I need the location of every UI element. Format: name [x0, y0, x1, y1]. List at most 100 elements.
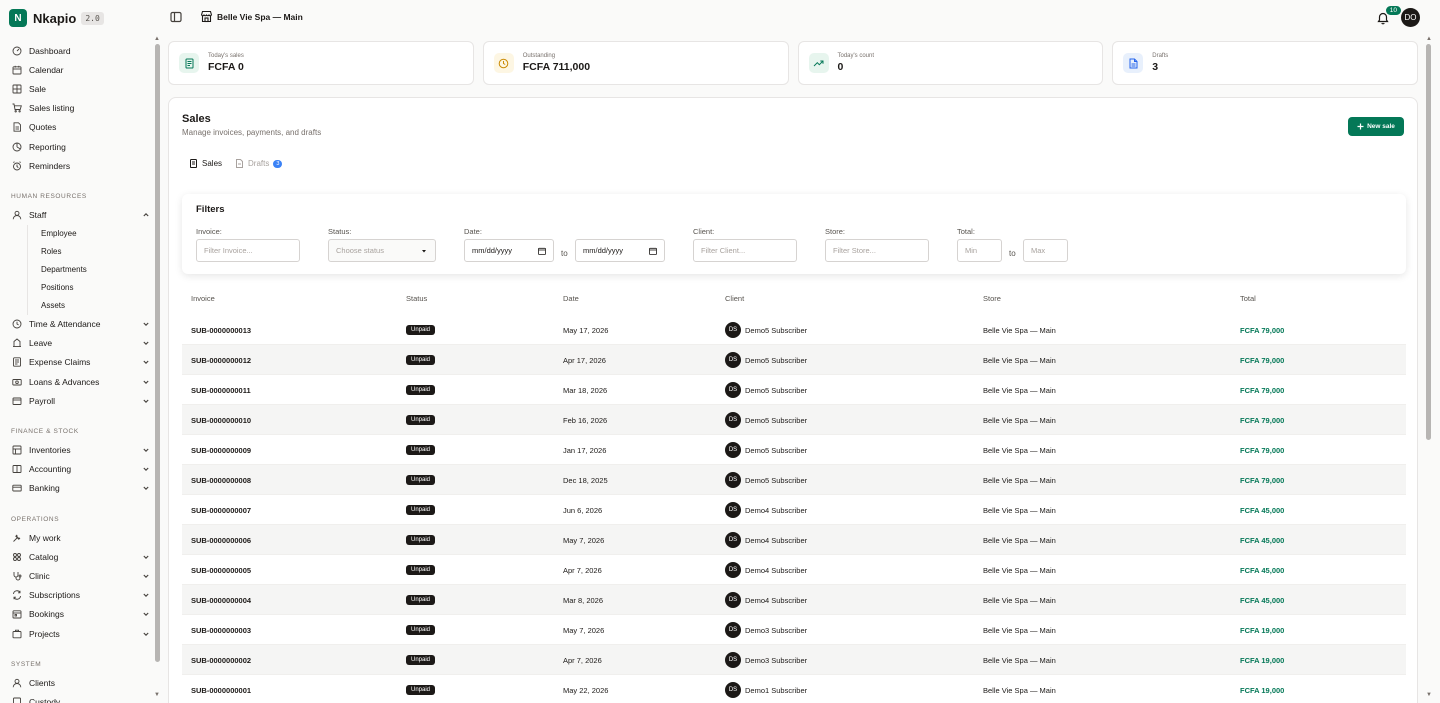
- table-row[interactable]: SUB-0000000007 Unpaid Jun 6, 2026 DS Demo4 S…: [182, 495, 1406, 525]
- chevron-down-icon[interactable]: [142, 630, 150, 638]
- column-header-store[interactable]: Store: [983, 294, 1001, 303]
- tab-drafts[interactable]: Drafts 3: [235, 159, 283, 168]
- sidebar-scrollbar[interactable]: [155, 44, 160, 662]
- invoice-number[interactable]: SUB-0000000008: [191, 465, 251, 495]
- total-max-input[interactable]: Max: [1023, 239, 1068, 262]
- client-name[interactable]: Demo5 Subscriber: [745, 476, 807, 485]
- sidebar-item-calendar[interactable]: Calendar: [0, 60, 162, 79]
- chevron-down-icon[interactable]: [142, 465, 150, 473]
- client-name[interactable]: Demo4 Subscriber: [745, 506, 807, 515]
- user-avatar[interactable]: DO: [1401, 8, 1420, 27]
- chevron-up-icon[interactable]: [142, 211, 150, 219]
- client-name[interactable]: Demo5 Subscriber: [745, 386, 807, 395]
- client-name[interactable]: Demo5 Subscriber: [745, 446, 807, 455]
- sidebar-item-leave[interactable]: Leave: [0, 334, 162, 353]
- client-name[interactable]: Demo5 Subscriber: [745, 416, 807, 425]
- sidebar-item-expense-claims[interactable]: Expense Claims: [0, 353, 162, 372]
- invoice-number[interactable]: SUB-0000000004: [191, 585, 251, 615]
- chevron-down-icon[interactable]: [142, 358, 150, 366]
- tab-sales[interactable]: Sales: [189, 159, 222, 168]
- table-row[interactable]: SUB-0000000011 Unpaid Mar 18, 2026 DS Demo5 …: [182, 375, 1406, 405]
- table-row[interactable]: SUB-0000000005 Unpaid Apr 7, 2026 DS Demo4 S…: [182, 555, 1406, 585]
- invoice-number[interactable]: SUB-0000000010: [191, 405, 251, 435]
- invoice-number[interactable]: SUB-0000000005: [191, 555, 251, 585]
- main-scroll-up-arrow-icon[interactable]: ▲: [1426, 36, 1432, 42]
- total-min-input[interactable]: Min: [957, 239, 1002, 262]
- client-name[interactable]: Demo4 Subscriber: [745, 536, 807, 545]
- scroll-down-arrow-icon[interactable]: ▼: [154, 692, 160, 698]
- invoice-number[interactable]: SUB-0000000006: [191, 525, 251, 555]
- sidebar-item-subscriptions[interactable]: Subscriptions: [0, 586, 162, 605]
- sidebar-toggle-icon[interactable]: [170, 10, 182, 23]
- sidebar-item-bookings[interactable]: Bookings: [0, 605, 162, 624]
- sidebar-item-reporting[interactable]: Reporting: [0, 137, 162, 156]
- sidebar-item-payroll[interactable]: Payroll: [0, 391, 162, 410]
- table-row[interactable]: SUB-0000000001 Unpaid May 22, 2026 DS Demo1 …: [182, 675, 1406, 703]
- date-from-input[interactable]: mm/dd/yyyy: [464, 239, 554, 262]
- table-row[interactable]: SUB-0000000012 Unpaid Apr 17, 2026 DS Demo5 …: [182, 345, 1406, 375]
- invoice-number[interactable]: SUB-0000000012: [191, 345, 251, 375]
- client-name[interactable]: Demo3 Subscriber: [745, 626, 807, 635]
- chevron-down-icon[interactable]: [142, 484, 150, 492]
- client-filter-input[interactable]: Filter Client...: [693, 239, 797, 262]
- sidebar-item-clients[interactable]: Clients: [0, 673, 162, 692]
- chevron-down-icon[interactable]: [142, 378, 150, 386]
- invoice-number[interactable]: SUB-0000000003: [191, 615, 251, 645]
- sidebar-item-catalog[interactable]: Catalog: [0, 547, 162, 566]
- column-header-status[interactable]: Status: [406, 294, 427, 303]
- main-scroll-down-arrow-icon[interactable]: ▼: [1426, 692, 1432, 698]
- sidebar-item-quotes[interactable]: Quotes: [0, 118, 162, 137]
- sidebar-item-inventories[interactable]: Inventories: [0, 440, 162, 459]
- invoice-number[interactable]: SUB-0000000011: [191, 375, 251, 405]
- calendar-icon[interactable]: [649, 247, 657, 255]
- store-filter-input[interactable]: Filter Store...: [825, 239, 929, 262]
- store-switcher[interactable]: Belle Vie Spa — Main: [200, 10, 303, 23]
- sidebar-item-clinic[interactable]: Clinic: [0, 566, 162, 585]
- sidebar-item-banking[interactable]: Banking: [0, 479, 162, 498]
- sidebar-item-dashboard[interactable]: Dashboard: [0, 41, 162, 60]
- chevron-down-icon[interactable]: [142, 610, 150, 618]
- column-header-client[interactable]: Client: [725, 294, 744, 303]
- sidebar-item-projects[interactable]: Projects: [0, 624, 162, 643]
- chevron-down-icon[interactable]: [142, 553, 150, 561]
- main-scrollbar[interactable]: [1426, 44, 1431, 440]
- column-header-total[interactable]: Total: [1240, 294, 1256, 303]
- invoice-number[interactable]: SUB-0000000007: [191, 495, 251, 525]
- chevron-down-icon[interactable]: [142, 397, 150, 405]
- sidebar-subitem-assets[interactable]: Assets: [41, 297, 162, 315]
- invoice-number[interactable]: SUB-0000000002: [191, 645, 251, 675]
- client-name[interactable]: Demo4 Subscriber: [745, 596, 807, 605]
- table-row[interactable]: SUB-0000000006 Unpaid May 7, 2026 DS Demo4 S…: [182, 525, 1406, 555]
- sidebar-item-custody[interactable]: Custody: [0, 692, 162, 703]
- sidebar-subitem-roles[interactable]: Roles: [41, 243, 162, 261]
- client-name[interactable]: Demo5 Subscriber: [745, 326, 807, 335]
- chevron-down-icon[interactable]: [142, 572, 150, 580]
- invoice-number[interactable]: SUB-0000000013: [191, 315, 251, 345]
- date-to-input[interactable]: mm/dd/yyyy: [575, 239, 665, 262]
- chevron-down-icon[interactable]: [142, 591, 150, 599]
- invoice-number[interactable]: SUB-0000000001: [191, 675, 251, 703]
- brand[interactable]: N Nkapio 2.0: [0, 0, 162, 36]
- calendar-icon[interactable]: [538, 247, 546, 255]
- sidebar-item-my-work[interactable]: My work: [0, 528, 162, 547]
- chevron-down-icon[interactable]: [142, 320, 150, 328]
- invoice-filter-input[interactable]: Filter Invoice...: [196, 239, 300, 262]
- client-name[interactable]: Demo5 Subscriber: [745, 356, 807, 365]
- sidebar-subitem-departments[interactable]: Departments: [41, 261, 162, 279]
- table-row[interactable]: SUB-0000000010 Unpaid Feb 16, 2026 DS Demo5 …: [182, 405, 1406, 435]
- sidebar-subitem-employee[interactable]: Employee: [41, 225, 162, 243]
- column-header-invoice[interactable]: Invoice: [191, 294, 215, 303]
- table-row[interactable]: SUB-0000000013 Unpaid May 17, 2026 DS Demo5 …: [182, 315, 1406, 345]
- sidebar-subitem-positions[interactable]: Positions: [41, 279, 162, 297]
- scroll-up-arrow-icon[interactable]: ▲: [154, 36, 160, 42]
- sidebar-item-time-and-attendance[interactable]: Time & Attendance: [0, 315, 162, 334]
- sidebar-item-loans-and-advances[interactable]: Loans & Advances: [0, 372, 162, 391]
- table-row[interactable]: SUB-0000000004 Unpaid Mar 8, 2026 DS Demo4 S…: [182, 585, 1406, 615]
- sidebar-item-accounting[interactable]: Accounting: [0, 460, 162, 479]
- column-header-date[interactable]: Date: [563, 294, 579, 303]
- sidebar-item-staff[interactable]: Staff: [0, 205, 162, 224]
- sidebar-item-reminders[interactable]: Reminders: [0, 156, 162, 175]
- table-row[interactable]: SUB-0000000008 Unpaid Dec 18, 2025 DS Demo5 …: [182, 465, 1406, 495]
- sidebar-item-sale[interactable]: Sale: [0, 79, 162, 98]
- table-row[interactable]: SUB-0000000003 Unpaid May 7, 2026 DS Demo3 S…: [182, 615, 1406, 645]
